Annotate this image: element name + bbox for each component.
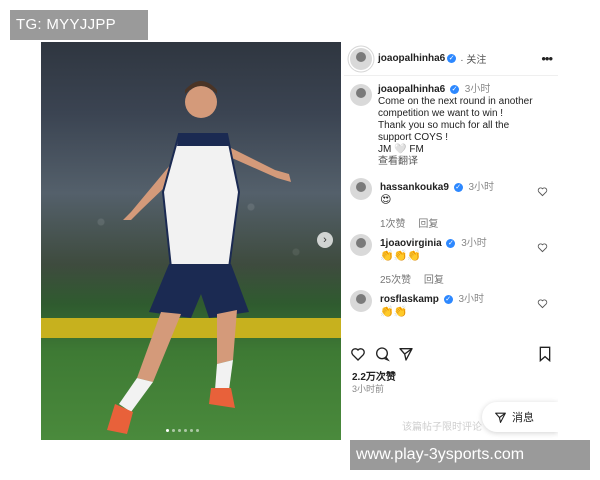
comment-username[interactable]: rosflaskamp <box>380 294 439 305</box>
posted-time: 3小时前 <box>352 384 385 394</box>
comments-scroll[interactable]: joaopalhinha6 ✓ 3小时 Come on the next rou… <box>344 78 558 340</box>
post-header: joaopalhinha6 ✓ · 关注 ••• <box>344 42 558 76</box>
caption-line: JM 🤍 FM <box>378 144 424 155</box>
send-icon <box>495 412 506 423</box>
comment-avatar[interactable] <box>350 178 372 200</box>
translate-link[interactable]: 查看翻译 <box>378 156 533 168</box>
bookmark-icon[interactable] <box>538 346 552 362</box>
caption-username[interactable]: joaopalhinha6 <box>378 84 445 95</box>
heart-icon[interactable] <box>537 298 548 309</box>
player-figure <box>107 81 291 434</box>
comment-username[interactable]: 1joaovirginia <box>380 238 442 249</box>
verified-icon: ✓ <box>450 84 460 94</box>
caption-time: 3小时 <box>464 84 491 95</box>
caption-line: competition we want to win ! <box>378 108 504 119</box>
heart-icon[interactable] <box>537 186 548 197</box>
caption-line: Come on the next round in another <box>378 96 533 107</box>
comment-username[interactable]: hassankouka9 <box>380 182 449 193</box>
comment-time: 3小时 <box>468 182 495 193</box>
next-image-button[interactable]: › <box>317 232 333 248</box>
post-caption: joaopalhinha6 ✓ 3小时 Come on the next rou… <box>344 78 558 172</box>
post-actions <box>344 344 558 364</box>
message-button-label: 消息 <box>512 412 534 424</box>
comment-icon[interactable] <box>374 346 390 362</box>
comments-limited-notice: 该篇帖子限时评论 <box>402 422 482 433</box>
likes-count[interactable]: 2.2万次赞 <box>352 368 396 383</box>
caption-line: support COYS ! <box>378 132 449 143</box>
verified-icon: ✓ <box>453 182 463 192</box>
verified-icon: ✓ <box>446 238 456 248</box>
caption-avatar[interactable] <box>350 84 372 106</box>
post-side-panel: joaopalhinha6 ✓ · 关注 ••• joaopalhinha6 ✓… <box>344 42 558 440</box>
comment-item: hassankouka9 ✓ 3小时 😍 1次赞 回复 <box>344 172 558 230</box>
share-icon[interactable] <box>398 346 414 362</box>
comment-text: 😍 <box>380 194 392 206</box>
comment-item: 1joaovirginia ✓ 3小时 👏👏👏 25次赞 回复 <box>344 228 558 286</box>
comment-text: 👏👏 <box>380 306 408 318</box>
comment-item: rosflaskamp ✓ 3小时 👏👏 <box>344 284 558 340</box>
avatar[interactable] <box>350 47 372 70</box>
message-button[interactable]: 消息 <box>482 402 558 432</box>
comment-text: 👏👏👏 <box>380 250 422 262</box>
watermark-bottom: www.play-3ysports.com <box>350 440 590 470</box>
heart-icon[interactable] <box>537 242 548 253</box>
more-icon[interactable]: ••• <box>541 51 553 66</box>
watermark-top: TG: MYYJJPP <box>10 10 148 40</box>
verified-icon: ✓ <box>443 294 453 304</box>
comment-time: 3小时 <box>461 238 487 249</box>
follow-button[interactable]: · 关注 <box>460 51 486 66</box>
caption-line: Thank you so much for all the <box>378 120 510 131</box>
comment-time: 3小时 <box>458 294 485 305</box>
header-username[interactable]: joaopalhinha6 <box>378 53 445 64</box>
comment-avatar[interactable] <box>350 234 372 256</box>
post-photo[interactable]: › <box>41 42 341 440</box>
verified-icon: ✓ <box>447 54 457 63</box>
like-icon[interactable] <box>350 346 366 362</box>
comment-avatar[interactable] <box>350 290 372 312</box>
carousel-dots <box>166 429 199 432</box>
